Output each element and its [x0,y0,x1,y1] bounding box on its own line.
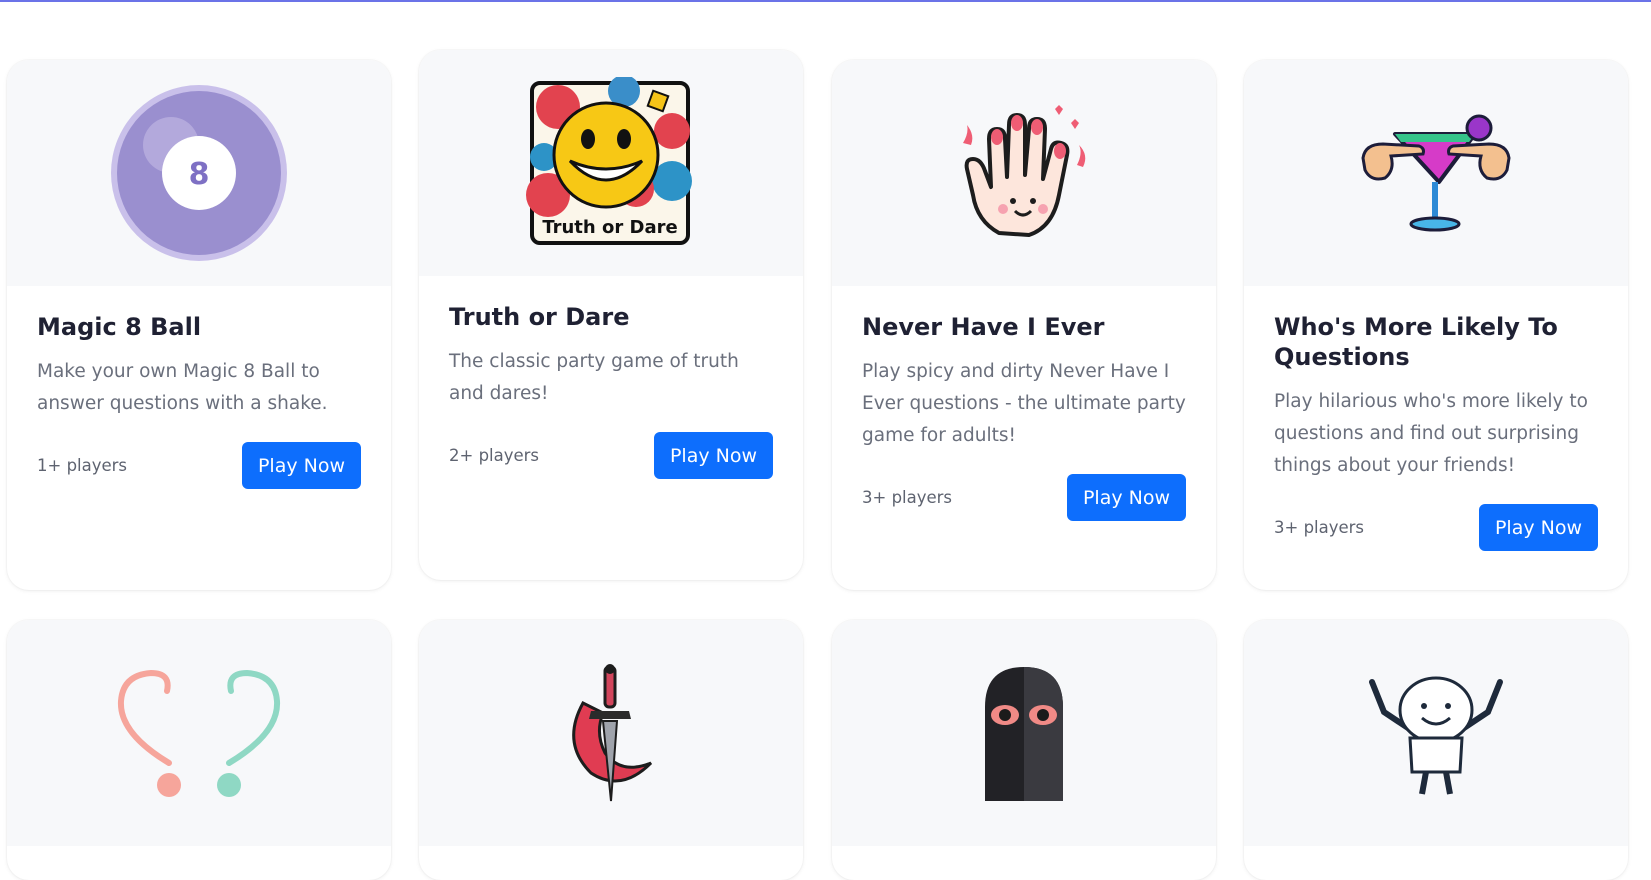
game-thumbnail [419,620,803,846]
magic-8-ball-icon: 8 [111,85,287,261]
play-now-button[interactable]: Play Now [1478,504,1598,551]
smiling-figure-icon [1369,676,1503,795]
play-now-button[interactable]: Play Now [241,442,361,489]
game-title: Magic 8 Ball [37,313,202,341]
image-caption: Truth or Dare [542,217,677,238]
game-card-magic-8-ball[interactable]: 8 Magic 8 Ball Make your own Magic 8 Bal… [7,60,391,590]
game-card[interactable] [1244,620,1628,880]
cocktail-pointing-icon [1361,114,1511,232]
dagger-icon [572,664,653,802]
balaclava-icon [985,667,1063,801]
truth-or-dare-icon: Truth or Dare [526,77,692,245]
game-description: Play hilarious who's more likely to ques… [1274,391,1588,476]
hand-icon [963,105,1086,237]
game-description: The classic party game of truth and dare… [449,351,739,404]
play-now-button[interactable]: Play Now [1066,474,1186,521]
ball-number: 8 [189,157,210,192]
game-thumbnail [1244,60,1628,286]
game-title: Never Have I Ever [862,313,1105,341]
game-thumbnail [832,60,1216,286]
game-description: Play spicy and dirty Never Have I Ever q… [862,361,1186,446]
game-card[interactable] [832,620,1216,880]
game-title: Who's More Likely To Questions [1274,313,1558,371]
game-title: Truth or Dare [449,303,630,331]
player-count: 2+ players [449,446,540,465]
game-thumbnail [1244,620,1628,846]
game-card-whos-more-likely[interactable]: Who's More Likely To Questions Play hila… [1244,60,1628,590]
game-thumbnail [7,620,391,846]
player-count: 3+ players [1274,518,1365,537]
game-thumbnail [832,620,1216,846]
player-count: 1+ players [37,456,128,475]
game-card[interactable] [419,620,803,880]
game-description: Make your own Magic 8 Ball to answer que… [37,361,328,414]
question-marks-icon [117,669,281,797]
games-grid: 8 Magic 8 Ball Make your own Magic 8 Bal… [0,0,1651,880]
player-count: 3+ players [862,488,953,507]
game-card[interactable] [7,620,391,880]
game-thumbnail: Truth or Dare [419,50,803,276]
game-card-truth-or-dare[interactable]: Truth or Dare Truth or Dare The classic … [419,50,803,580]
game-card-never-have-i-ever[interactable]: Never Have I Ever Play spicy and dirty N… [832,60,1216,590]
game-thumbnail: 8 [7,60,391,286]
play-now-button[interactable]: Play Now [653,432,773,479]
